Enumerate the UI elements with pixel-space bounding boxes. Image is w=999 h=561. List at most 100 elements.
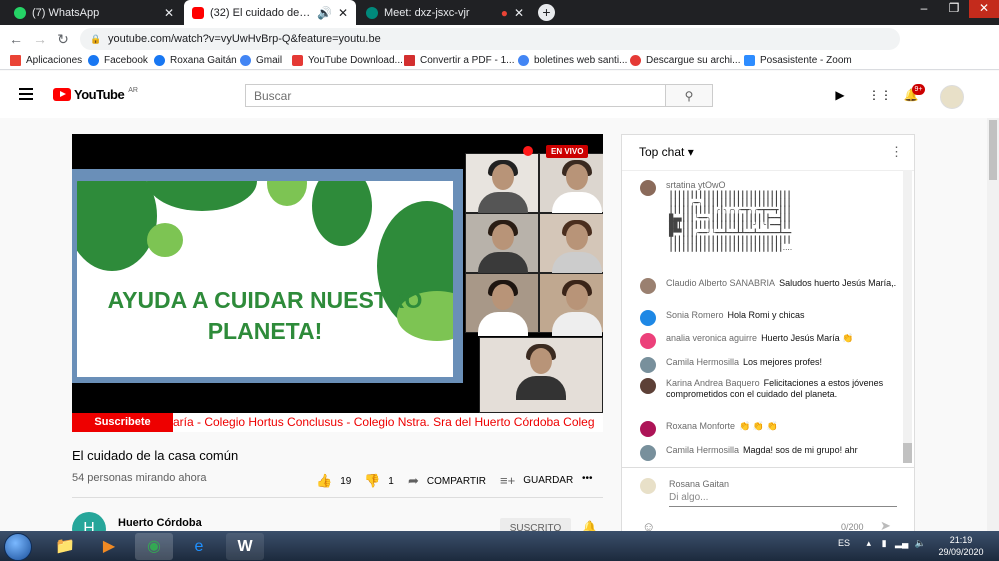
tab-youtube[interactable]: (32) El cuidado de la casa co 🔊 ✕	[184, 0, 356, 25]
internet-explorer-icon[interactable]: e	[180, 533, 218, 560]
network-icon[interactable]: ▮	[882, 538, 887, 548]
dislike-button[interactable]: 👎 1	[364, 473, 394, 489]
like-button[interactable]: 👍 19	[316, 473, 351, 489]
tab-whatsapp[interactable]: (7) WhatsApp ✕	[6, 0, 182, 25]
system-tray: ES ▴ ▮ ▂▄ 🔈	[838, 538, 926, 549]
chat-header: Top chat ▾ ⋮	[622, 135, 914, 171]
download-icon	[292, 55, 303, 66]
like-ascii-art: ┃┃┃┃┃┃┃┃┃┃┃┃┃┃┃┃┃┃┃┃┃┃┃┃┃┃┃┃┃ ┃┃┃┃┃╭━╮┃┃…	[669, 191, 793, 252]
tab-meet[interactable]: Meet: dxz-jsxc-vjr ● ✕	[358, 0, 532, 25]
language-indicator[interactable]: ES	[838, 538, 850, 548]
video-player[interactable]: AYUDA A CUIDAR NUESTRO PLANETA! EN VIVO	[72, 134, 603, 413]
bookmark-boletines[interactable]: boletines web santi...	[518, 55, 627, 66]
face	[492, 224, 514, 250]
live-badge: EN VIVO	[546, 145, 589, 158]
bookmark-apps[interactable]: Aplicaciones	[10, 55, 82, 66]
volume-icon[interactable]: 🔈	[915, 538, 926, 548]
window-close-button[interactable]: ✕	[969, 0, 999, 18]
face	[492, 164, 514, 190]
save-button[interactable]: ≡+ GUARDAR	[500, 473, 573, 488]
bookmark-roxana[interactable]: Roxana Gaitán	[154, 55, 237, 66]
chat-message: Camila Hermosilla Magda! sos de mi grupo!…	[640, 445, 900, 461]
user-avatar[interactable]	[940, 85, 964, 109]
tray-arrow-icon[interactable]: ▴	[867, 538, 872, 548]
youtube-header: YouTube AR Buscar ⚲ ▶ ⋮⋮ 🔔	[0, 71, 999, 118]
bookmark-pdf[interactable]: Convertir a PDF - 1...	[404, 55, 514, 66]
chat-message: Camila Hermosilla Los mejores profes!	[640, 357, 900, 373]
share-arrow-icon: ➦	[408, 473, 419, 488]
word-icon[interactable]: W	[226, 533, 264, 560]
avatar	[640, 445, 656, 461]
bookmark-youtube-download[interactable]: YouTube Download...	[292, 55, 403, 66]
hamburger-menu-icon[interactable]	[19, 88, 33, 100]
youtube-icon	[192, 6, 204, 19]
google-icon	[518, 55, 529, 66]
minimize-button[interactable]: –	[909, 0, 939, 18]
participant-tile	[539, 213, 603, 276]
chat-composer: Rosana Gaitan Di algo... ☺ 0/200 ➤	[622, 467, 914, 534]
recording-icon: ●	[500, 5, 508, 20]
chat-scrollbar[interactable]	[903, 170, 912, 462]
slide-frame: AYUDA A CUIDAR NUESTRO PLANETA!	[72, 169, 463, 383]
chat-input[interactable]: Di algo...	[669, 492, 897, 507]
page-scroll-thumb[interactable]	[989, 120, 997, 180]
kebab-menu-icon[interactable]: ⋮	[890, 144, 903, 160]
bookmark-descargue[interactable]: Descargue su archi...	[630, 55, 741, 66]
youtube-logo[interactable]: YouTube AR	[53, 87, 138, 102]
chat-message: Sonia Romero Hola Romi y chicas	[640, 310, 900, 326]
close-icon[interactable]: ✕	[164, 6, 174, 20]
apps-grid-icon[interactable]: ⋮⋮	[868, 88, 892, 102]
speaker-icon[interactable]: 🔊	[317, 6, 332, 20]
thumbs-up-icon: 👍	[316, 473, 333, 488]
tab-title: Meet: dxz-jsxc-vjr	[384, 6, 470, 19]
create-video-icon[interactable]: ▶	[832, 88, 848, 102]
my-avatar	[640, 478, 656, 494]
more-actions-button[interactable]: •••	[582, 473, 593, 484]
chat-scroll-thumb[interactable]	[903, 443, 912, 463]
bookmarks-bar: Aplicaciones Facebook Roxana Gaitán Gmai…	[0, 53, 999, 70]
new-tab-button[interactable]: +	[538, 4, 555, 21]
close-icon[interactable]: ✕	[338, 6, 348, 20]
chrome-icon[interactable]: ◉	[135, 533, 173, 560]
chat-message: Roxana Monforte 👏 👏 👏	[640, 421, 900, 437]
video-title: El cuidado de la casa común	[72, 448, 239, 463]
signal-icon[interactable]: ▂▄	[895, 538, 908, 548]
facebook-icon	[88, 55, 99, 66]
forward-arrow-icon[interactable]: →	[31, 30, 49, 48]
avatar	[640, 421, 656, 437]
bookmark-zoom[interactable]: Posasistente - Zoom	[744, 55, 852, 66]
face	[566, 224, 588, 250]
live-dot-icon	[523, 146, 533, 156]
search-input[interactable]: Buscar	[245, 84, 666, 107]
url-text: youtube.com/watch?v=vyUwHvBrp-Q&feature=…	[108, 33, 381, 45]
close-icon[interactable]: ✕	[514, 6, 524, 20]
body	[552, 312, 602, 336]
search-button[interactable]: ⚲	[666, 84, 713, 107]
url-bar[interactable]: 🔒 youtube.com/watch?v=vyUwHvBrp-Q&featur…	[80, 28, 900, 50]
meet-icon	[366, 6, 378, 19]
media-player-icon[interactable]: ▶	[90, 533, 128, 560]
avatar	[640, 180, 656, 196]
face	[566, 284, 588, 310]
green-blob	[147, 181, 257, 211]
start-button[interactable]	[4, 533, 32, 561]
bookmark-facebook[interactable]: Facebook	[88, 55, 148, 66]
apps-grid-icon	[10, 55, 21, 66]
reload-icon[interactable]: ↻	[54, 30, 72, 48]
thumbs-down-icon: 👎	[364, 473, 381, 488]
participants-grid	[465, 153, 603, 413]
clock[interactable]: 21:19 29/09/2020	[930, 534, 992, 558]
subscribe-overlay: Suscribete	[72, 413, 173, 432]
back-arrow-icon[interactable]: ←	[7, 30, 25, 48]
file-explorer-icon[interactable]: 📁	[46, 533, 84, 560]
caret-down-icon: ▾	[687, 145, 694, 159]
viewer-count: 54 personas mirando ahora	[72, 472, 207, 484]
top-chat-dropdown[interactable]: Top chat ▾	[639, 145, 694, 159]
share-button[interactable]: ➦ COMPARTIR	[408, 473, 486, 489]
channel-name[interactable]: Huerto Córdoba	[118, 517, 202, 529]
slide-headline: AYUDA A CUIDAR NUESTRO PLANETA!	[107, 287, 423, 344]
bookmark-gmail[interactable]: Gmail	[240, 55, 282, 66]
maximize-button[interactable]: ❐	[939, 0, 969, 18]
body	[478, 312, 528, 336]
participant-tile	[465, 273, 539, 336]
